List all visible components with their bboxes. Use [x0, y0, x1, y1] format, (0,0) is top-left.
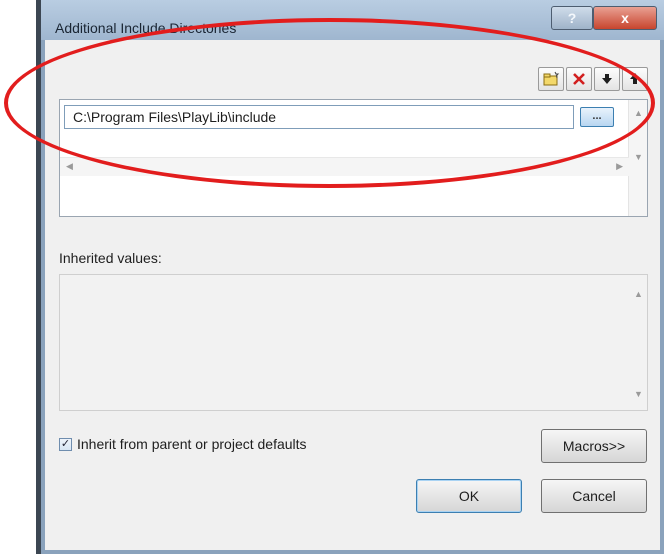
help-button[interactable]: ? — [551, 6, 593, 30]
browse-button[interactable]: ... — [580, 107, 614, 127]
close-button[interactable]: x — [593, 6, 657, 30]
move-down-button[interactable] — [594, 67, 620, 91]
move-down-icon — [602, 74, 612, 84]
inherited-vertical-scrollbar[interactable]: ▲ ▼ — [629, 275, 647, 410]
scroll-right-arrow-icon[interactable]: ▶ — [616, 161, 623, 172]
directory-path-input[interactable] — [64, 105, 574, 129]
scroll-left-arrow-icon[interactable]: ◀ — [66, 161, 73, 172]
inherited-values-list: ▲ ▼ — [59, 274, 648, 411]
directory-list[interactable]: ... ▲ ▼ ◀ ▶ — [59, 99, 648, 217]
inherited-scroll-down-icon[interactable]: ▼ — [634, 389, 643, 399]
move-up-icon — [630, 73, 640, 84]
dialog-client-area: ... ▲ ▼ ◀ ▶ Inherited values: ▲ ▼ ✓ Inhe… — [45, 40, 660, 550]
checkmark-icon: ✓ — [60, 438, 71, 450]
new-folder-icon — [543, 71, 560, 86]
delete-line-button[interactable] — [566, 67, 592, 91]
dialog-window: Additional Include Directories ? x C:\Pr… — [36, 0, 664, 554]
title-bar[interactable]: Additional Include Directories ? x — [41, 0, 664, 40]
scroll-up-arrow-icon[interactable]: ▲ — [634, 108, 643, 118]
window-title: Additional Include Directories — [55, 20, 237, 36]
ok-button[interactable]: OK — [416, 479, 522, 513]
macros-button[interactable]: Macros>> — [541, 429, 647, 463]
inherit-checkbox-label[interactable]: Inherit from parent or project defaults — [77, 436, 307, 452]
new-line-button[interactable] — [538, 67, 564, 91]
move-up-button[interactable] — [622, 67, 648, 91]
delete-icon — [573, 73, 585, 85]
inherited-values-label: Inherited values: — [59, 250, 162, 266]
scroll-down-arrow-icon[interactable]: ▼ — [634, 152, 643, 162]
cancel-button[interactable]: Cancel — [541, 479, 647, 513]
directory-vertical-scrollbar[interactable]: ▲ ▼ — [628, 100, 647, 216]
inherited-scroll-up-icon[interactable]: ▲ — [634, 289, 643, 299]
inherit-checkbox[interactable]: ✓ — [59, 438, 72, 451]
directory-horizontal-scrollbar[interactable]: ◀ ▶ — [60, 157, 629, 176]
